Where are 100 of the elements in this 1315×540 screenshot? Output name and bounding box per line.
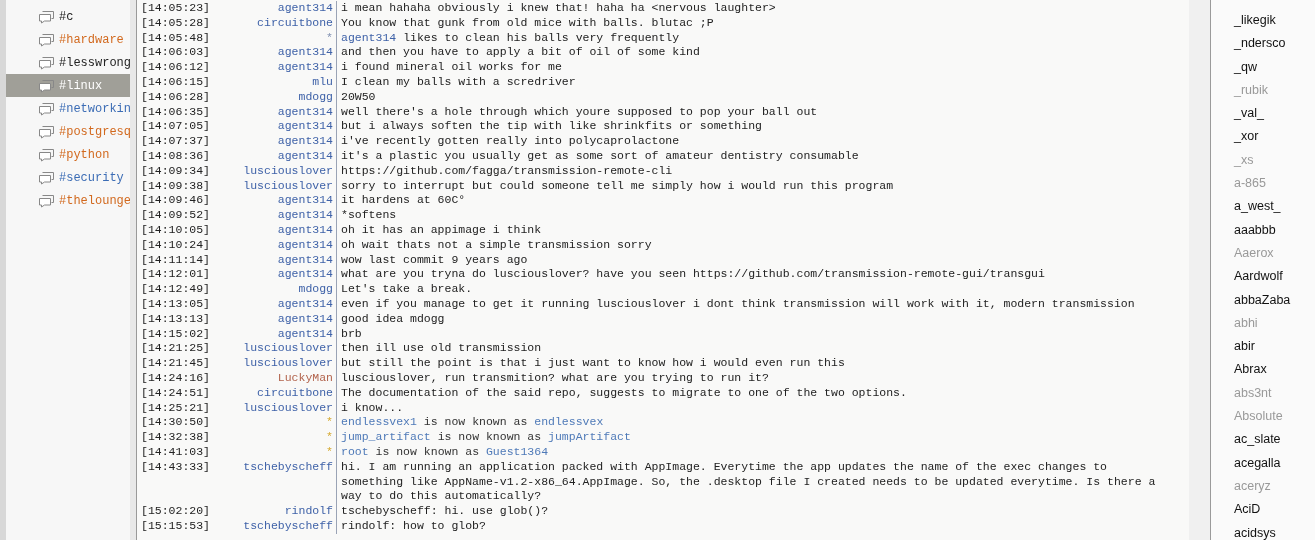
user-item[interactable]: _qw <box>1234 55 1315 79</box>
channel-item[interactable]: #networkin <box>6 97 130 120</box>
message-text: You know that gunk from old mice with balls. blutac ;P <box>341 15 714 29</box>
timestamp: [14:13:13] <box>141 311 211 327</box>
nick-name[interactable]: lusciouslover <box>243 163 333 177</box>
user-item[interactable]: _likegik <box>1234 9 1315 33</box>
user-item[interactable]: Aardwolf <box>1234 265 1315 289</box>
channel-item[interactable]: #python <box>6 143 130 166</box>
message-text: and then you have to apply a bit of oil of some kind <box>341 45 700 59</box>
user-item[interactable]: _xor <box>1234 125 1315 149</box>
nick-name[interactable]: agent314 <box>277 104 333 118</box>
nick-name[interactable]: agent314 <box>277 134 333 148</box>
nick-name[interactable]: agent314 <box>277 1 333 14</box>
nick-name[interactable]: agent314 <box>277 237 333 251</box>
user-item[interactable]: acegalla <box>1234 451 1315 475</box>
nick-name[interactable]: agent314 <box>277 267 333 281</box>
timestamp: [14:30:50] <box>141 415 211 431</box>
channel-item[interactable]: #postgresq <box>6 120 130 143</box>
message-text: 20W50 <box>341 89 376 103</box>
nick-name[interactable]: agent314 <box>277 119 333 133</box>
nick-name[interactable]: agent314 <box>277 45 333 59</box>
chat-bubbles-icon <box>38 124 55 139</box>
message-text: rindolf: how to glob? <box>341 518 486 532</box>
user-item[interactable]: _ndersco <box>1234 32 1315 56</box>
nick-name[interactable]: lusciouslover <box>243 178 333 192</box>
chat-bubbles-icon <box>38 101 55 116</box>
user-item[interactable]: AciD <box>1234 498 1315 522</box>
timestamp: [14:10:24] <box>141 237 211 253</box>
event-marker: * <box>326 430 333 444</box>
user-item[interactable]: Abrax <box>1234 358 1315 382</box>
chat-bubbles-icon <box>38 55 55 70</box>
chat-bubbles-icon <box>38 78 55 93</box>
nick-name[interactable]: agent314 <box>277 148 333 162</box>
nick-name[interactable]: agent314 <box>277 252 333 266</box>
nick-name[interactable]: agent314 <box>277 193 333 207</box>
message-text: but i always soften the tip with like shrinkfits or something <box>341 119 762 133</box>
message-text: oh it has an appimage i think <box>341 222 542 236</box>
message-text: The documentation of the said repo, suggests to migrate to one of the two options. <box>341 385 907 399</box>
timestamp: [14:05:28] <box>141 15 211 31</box>
timestamp: [14:09:46] <box>141 193 211 209</box>
nick-name[interactable]: rindolf <box>284 504 333 518</box>
nick-change-text: root is now known as Guest1364 <box>341 444 549 458</box>
timestamp: [14:05:48] <box>141 30 211 46</box>
user-item[interactable]: abbaZaba <box>1234 288 1315 312</box>
nick-name[interactable]: mdogg <box>298 89 333 103</box>
nick-name[interactable]: tschebyscheff <box>243 518 333 532</box>
message-text: sorry to interrupt but could someone tell me simply how i would run this program <box>341 178 894 192</box>
channel-item[interactable]: #hardware <box>6 28 130 51</box>
timestamp: [14:13:05] <box>141 296 211 312</box>
nick-name[interactable]: LuckyMan <box>277 370 333 384</box>
nick-name[interactable]: agent314 <box>277 296 333 310</box>
chat-bubbles-icon <box>38 147 55 162</box>
timestamp: [14:41:03] <box>141 444 211 460</box>
channel-item[interactable]: #c <box>6 5 130 28</box>
message-text: Let's take a break. <box>341 282 473 296</box>
nick-name[interactable]: agent314 <box>277 326 333 340</box>
nick-name[interactable]: agent314 <box>277 60 333 74</box>
message-text: even if you manage to get it running lusciouslover i dont think transmission will work with it, modern transmission <box>341 296 1135 310</box>
channel-item[interactable]: #thelounge <box>6 189 130 212</box>
nick-change-text: jump_artifact is now known as jumpArtifact <box>341 430 631 444</box>
nick-name[interactable]: agent314 <box>277 222 333 236</box>
timestamp: [14:32:38] <box>141 430 211 445</box>
nick-name[interactable]: lusciouslover <box>243 400 333 414</box>
timestamp: [14:24:51] <box>141 385 211 401</box>
timestamp: [14:25:21] <box>141 400 211 416</box>
message-text: i found mineral oil works for me <box>341 60 562 74</box>
user-item[interactable]: _val_ <box>1234 102 1315 126</box>
message-text: but still the point is that i just want to know how i would even run this <box>341 356 845 370</box>
nick-name[interactable]: lusciouslover <box>243 341 333 355</box>
timestamp: [14:11:14] <box>141 252 211 268</box>
message-text: oh wait thats not a simple transmission sorry <box>341 237 652 251</box>
channel-item[interactable]: #lesswrong <box>6 51 130 74</box>
nick-name[interactable]: lusciouslover <box>243 356 333 370</box>
user-item[interactable]: ac_slate <box>1234 428 1315 452</box>
nick-name[interactable]: tschebyscheff <box>243 459 333 473</box>
timestamp: [14:10:05] <box>141 222 211 238</box>
timestamp: [14:06:28] <box>141 89 211 105</box>
nick-name[interactable]: agent314 <box>277 311 333 325</box>
timestamp: [14:09:52] <box>141 208 211 223</box>
nick-name[interactable]: circuitbone <box>257 385 333 399</box>
user-item[interactable]: aaabbb <box>1234 218 1315 242</box>
user-item[interactable]: abir <box>1234 335 1315 359</box>
chat-bubbles-icon <box>38 32 55 47</box>
nick-name[interactable]: mlu <box>312 75 333 88</box>
nick-name[interactable]: mdogg <box>298 282 333 296</box>
user-item[interactable]: acidsys <box>1234 521 1315 540</box>
timestamp: [14:24:16] <box>141 370 211 386</box>
timestamp: [14:06:12] <box>141 60 211 75</box>
nick-name[interactable]: agent314 <box>277 208 333 222</box>
chat-bubbles-icon <box>38 9 55 24</box>
nick-name[interactable]: circuitbone <box>257 15 333 29</box>
message-text: lusciouslover, run transmition? what are you trying to run it? <box>341 370 769 384</box>
message-text: I clean my balls with a scredriver <box>341 75 576 88</box>
message-text: then ill use old transmission <box>341 341 542 355</box>
channel-item[interactable]: #security <box>6 166 130 189</box>
timestamp: [14:06:35] <box>141 104 211 120</box>
user-item[interactable]: a_west_ <box>1234 195 1315 219</box>
message-text: https://github.com/fagga/transmission-remote-cli <box>341 163 673 177</box>
chat-bubbles-icon <box>38 170 55 185</box>
timestamp: [14:15:02] <box>141 326 211 342</box>
